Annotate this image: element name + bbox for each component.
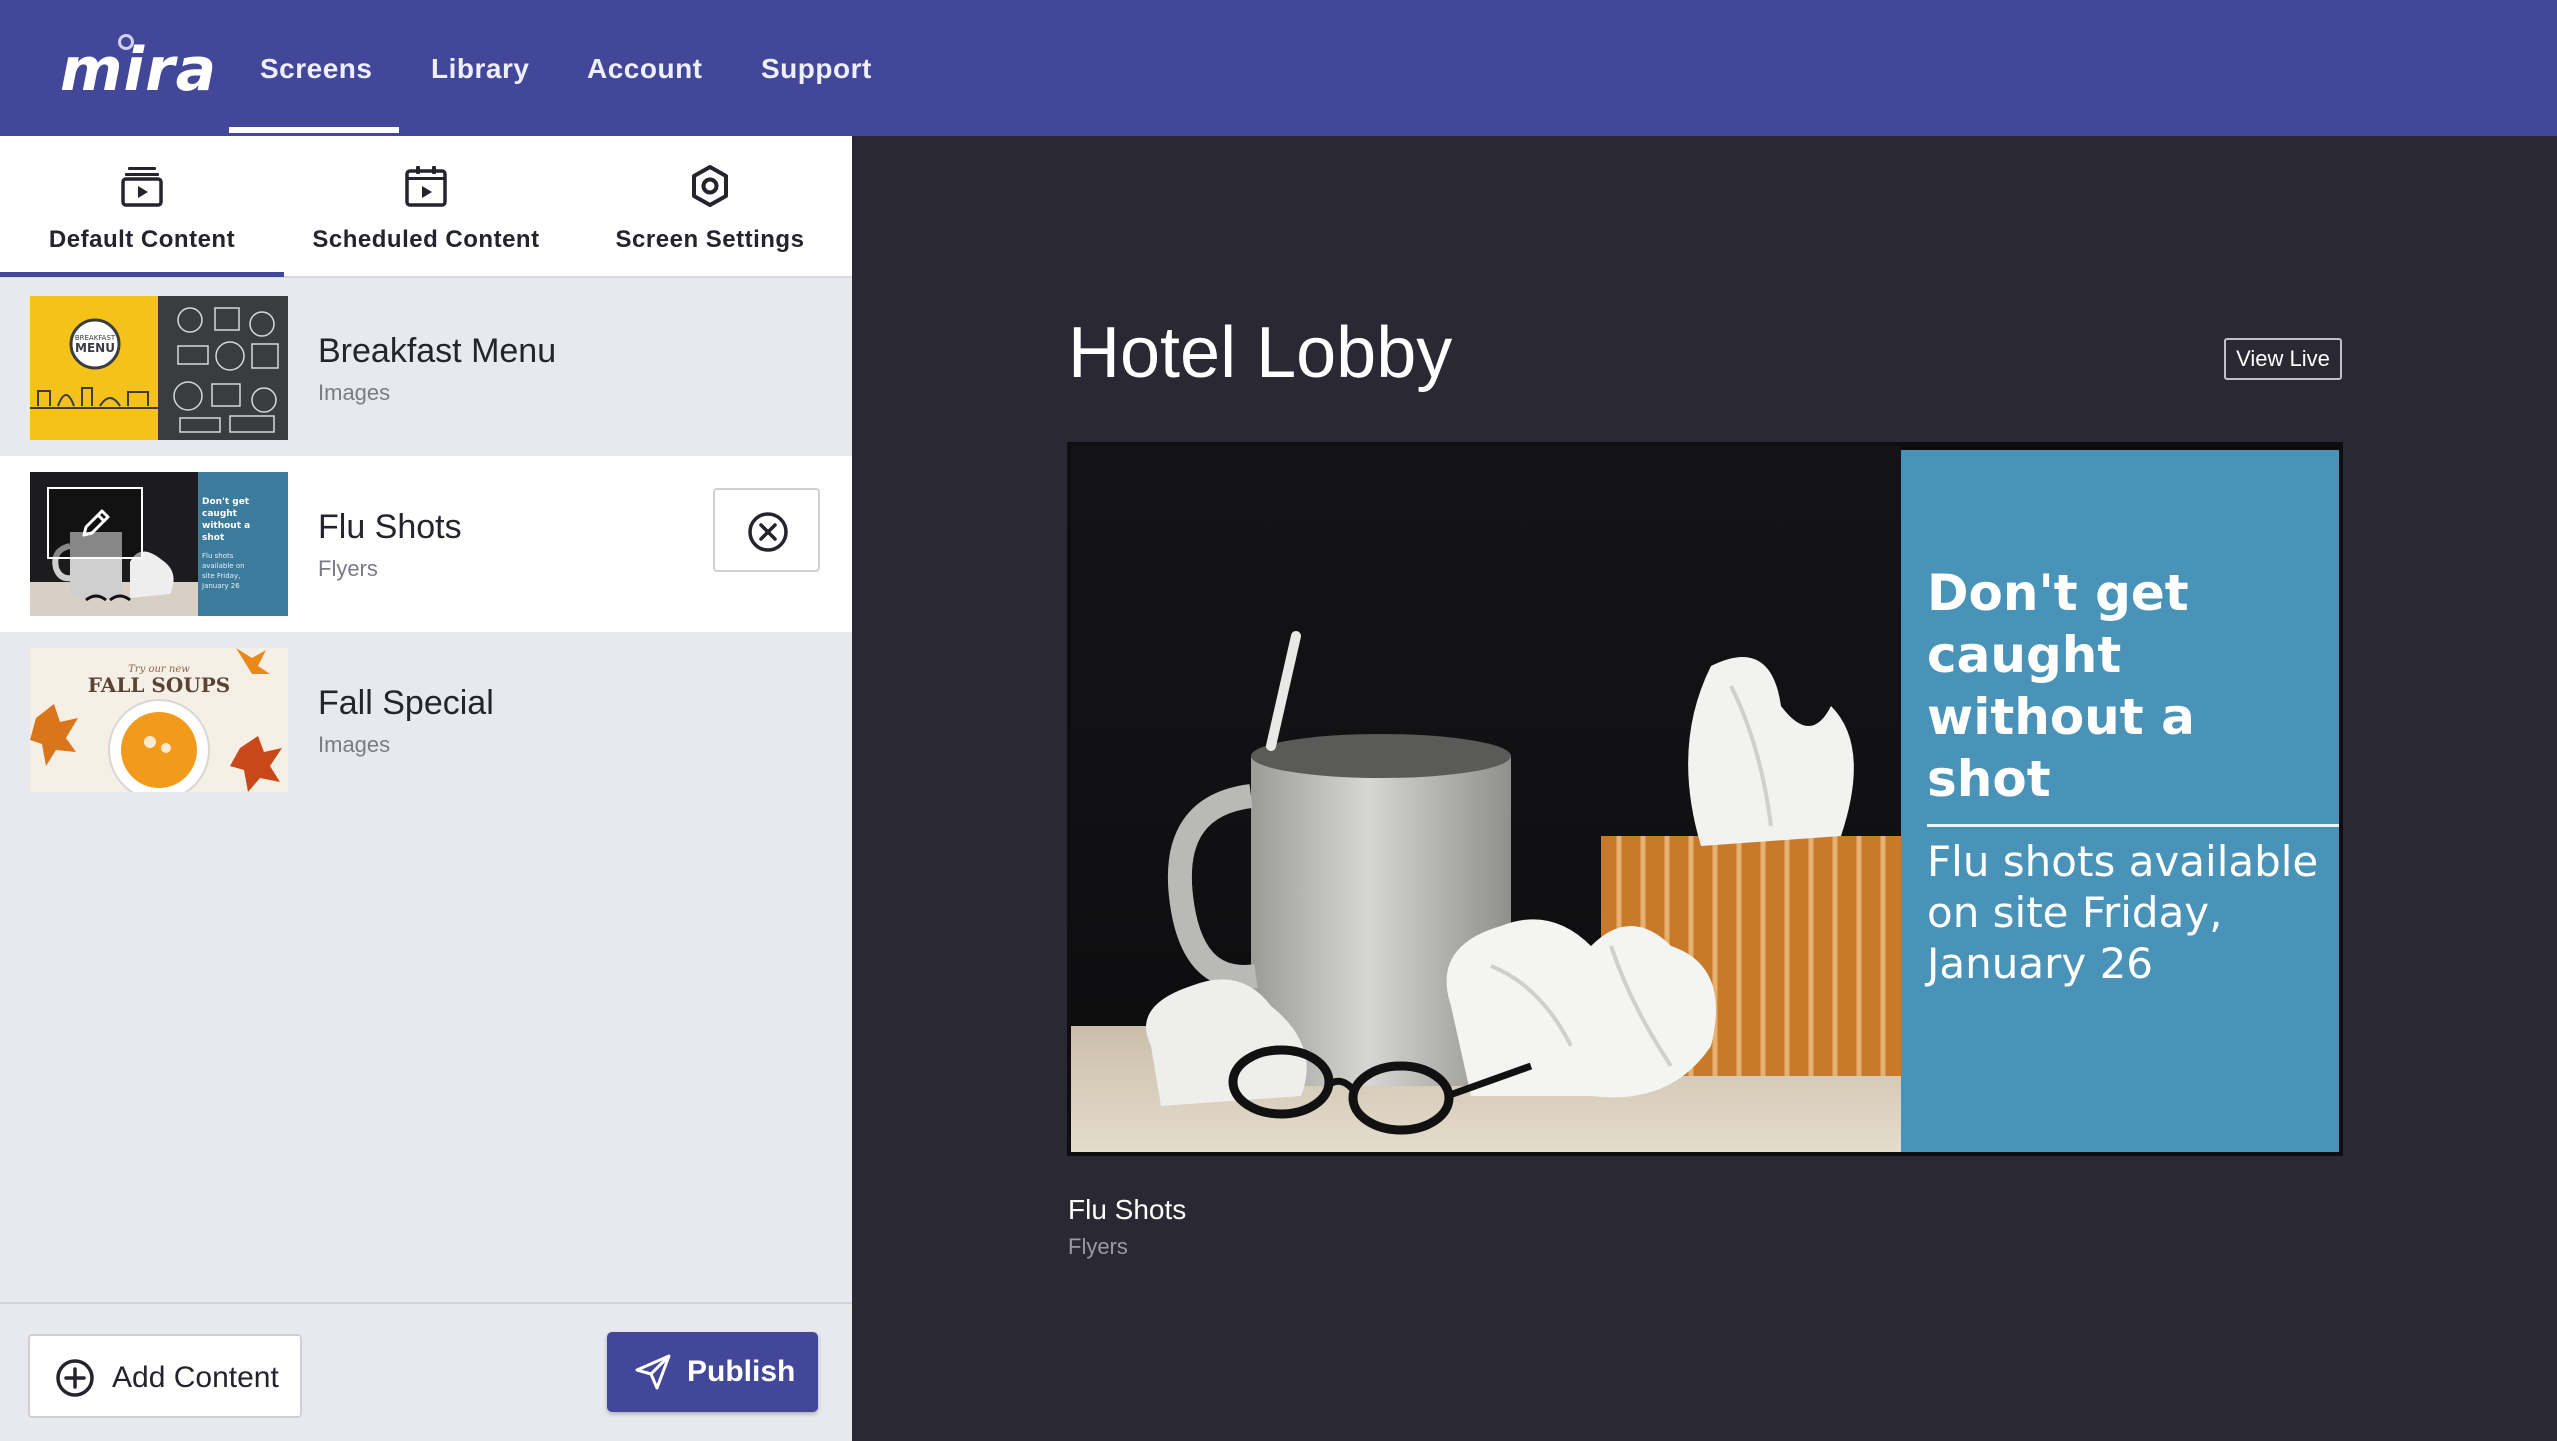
content-item-fall-special[interactable]: Try our new FALL SOUPS Fall Special Imag…: [0, 632, 852, 808]
flyer-body: Flu shots available on site Friday, Janu…: [1927, 837, 2319, 988]
svg-text:caught: caught: [202, 509, 238, 519]
preview-caption-title: Flu Shots: [1068, 1194, 1187, 1225]
tab-active-indicator: [0, 272, 284, 277]
content-item-title: Fall Special: [318, 684, 494, 722]
flu-shots-thumbnail: Don't get caught without a shot Flu shot…: [30, 472, 288, 616]
svg-text:without a: without a: [202, 521, 250, 531]
app-window: mira Screens Library Account Support Def…: [0, 0, 2557, 1441]
mira-logo[interactable]: mira: [60, 30, 217, 110]
edit-pencil-icon[interactable]: [76, 503, 116, 543]
tab-scheduled-content[interactable]: Scheduled Content: [284, 136, 568, 278]
tab-default-content[interactable]: Default Content: [0, 136, 284, 278]
svg-text:site Friday,: site Friday,: [202, 572, 240, 580]
screen-preview: Don't get caught without a shot Flu shot…: [1067, 442, 2343, 1156]
tab-label: Scheduled Content: [312, 226, 540, 253]
nav-active-indicator: [229, 127, 399, 133]
flu-flyer-photo: [1071, 446, 1901, 1152]
stacked-play-icon: [121, 167, 163, 207]
content-item-flu-shots[interactable]: Don't get caught without a shot Flu shot…: [0, 456, 852, 632]
sidebar-actions: Add Content Publish: [0, 1302, 852, 1441]
svg-text:shot: shot: [202, 533, 225, 543]
plus-circle-icon: [56, 1359, 94, 1397]
publish-label: Publish: [687, 1355, 796, 1388]
content-item-breakfast-menu[interactable]: BREAKFAST MENU Breakfast Menu Images: [0, 280, 852, 456]
flyer-divider: [1927, 824, 2339, 827]
sidebar-tabs: Default Content Scheduled Content Screen…: [0, 136, 852, 278]
svg-text:January 26: January 26: [201, 582, 240, 590]
fall-special-thumbnail: Try our new FALL SOUPS: [30, 648, 288, 792]
nav-library[interactable]: Library: [431, 44, 529, 94]
top-navigation-bar: mira Screens Library Account Support: [0, 0, 2557, 136]
gear-icon: [692, 165, 728, 207]
add-content-button[interactable]: Add Content: [28, 1334, 302, 1418]
publish-button[interactable]: Publish: [607, 1332, 818, 1412]
nav-account[interactable]: Account: [587, 44, 703, 94]
content-item-type: Images: [318, 732, 391, 757]
flyer-headline: Don't get caught without a shot: [1927, 564, 2195, 808]
thumb-badge-line2: MENU: [75, 341, 115, 355]
nav-screens[interactable]: Screens: [260, 44, 372, 94]
content-sidebar: Default Content Scheduled Content Screen…: [0, 136, 852, 1441]
logo-dot-icon: [118, 34, 134, 50]
breakfast-menu-thumbnail: BREAKFAST MENU: [30, 296, 288, 440]
add-content-label: Add Content: [112, 1361, 279, 1394]
svg-text:Flu shots: Flu shots: [202, 552, 234, 560]
content-item-title: Flu Shots: [318, 508, 462, 546]
content-item-title: Breakfast Menu: [318, 332, 557, 370]
tab-label: Screen Settings: [615, 226, 805, 253]
svg-text:available on: available on: [202, 562, 245, 570]
content-item-type: Flyers: [318, 556, 378, 581]
tab-label: Default Content: [48, 226, 236, 253]
svg-text:Don't get: Don't get: [202, 497, 250, 507]
screen-preview-area: Hotel Lobby View Live Don't get caught w…: [852, 136, 2557, 1441]
preview-caption-type: Flyers: [1068, 1234, 1128, 1259]
flyer-text-panel: Don't get caught without a shot Flu shot…: [1901, 450, 2339, 1152]
tab-screen-settings[interactable]: Screen Settings: [568, 136, 852, 278]
close-circle-icon: [748, 512, 788, 552]
send-paper-plane-icon: [635, 1354, 671, 1390]
nav-support[interactable]: Support: [761, 44, 872, 94]
remove-content-button[interactable]: [713, 488, 820, 572]
calendar-play-icon: [405, 166, 447, 207]
thumb-headline: FALL SOUPS: [88, 673, 230, 697]
screen-title: Hotel Lobby: [1068, 313, 1453, 393]
content-item-type: Images: [318, 380, 391, 405]
view-live-button[interactable]: View Live: [2224, 338, 2342, 380]
